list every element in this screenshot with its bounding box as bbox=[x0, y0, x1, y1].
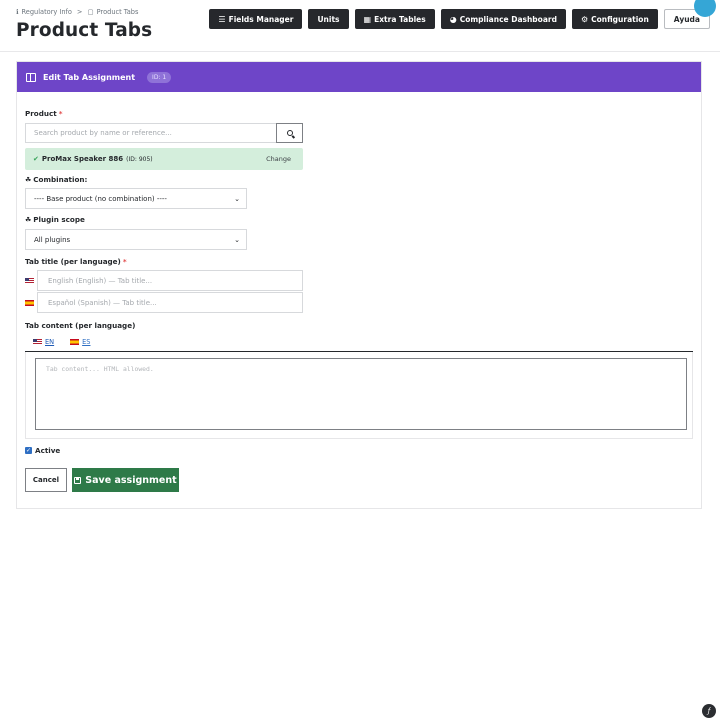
card-title: Edit Tab Assignment bbox=[43, 72, 136, 82]
product-label: Product * bbox=[25, 109, 62, 118]
plugin-scope-select[interactable]: All plugins ⌄ bbox=[25, 229, 247, 250]
active-row: ✓ Active bbox=[25, 446, 60, 455]
required-mark: * bbox=[122, 257, 127, 266]
us-flag-icon bbox=[25, 278, 34, 284]
cancel-button[interactable]: Cancel bbox=[25, 468, 67, 492]
card-header: Edit Tab Assignment ID: 1 bbox=[17, 62, 701, 92]
puzzle-icon: ☘ bbox=[25, 215, 32, 224]
tab-title-label-text: Tab title (per language) bbox=[25, 257, 121, 266]
tab-content-pane: Tab content... HTML allowed. bbox=[25, 352, 693, 439]
search-icon bbox=[286, 130, 293, 136]
list-icon: ☰ bbox=[218, 14, 226, 24]
tab-content-label: Tab content (per language) bbox=[25, 321, 135, 330]
breadcrumb-separator: > bbox=[76, 8, 83, 16]
tab-es-label: ES bbox=[82, 338, 91, 346]
puzzle-icon: ☘ bbox=[25, 175, 32, 184]
us-flag-icon bbox=[33, 339, 42, 345]
tab-content-label-text: Tab content (per language) bbox=[25, 321, 136, 330]
selected-product-name: ProMax Speaker 886 bbox=[41, 155, 124, 163]
configuration-button[interactable]: ⚙ Configuration bbox=[571, 9, 658, 29]
page-header: ℹ Regulatory Info > ▢ Product Tabs Produ… bbox=[0, 0, 720, 52]
tab-title-es-input[interactable]: Español (Spanish) — Tab title... bbox=[37, 292, 303, 313]
active-label: Active bbox=[35, 446, 61, 455]
product-label-text: Product bbox=[25, 109, 57, 118]
combination-label: ☘ Combination: bbox=[25, 175, 87, 184]
save-icon bbox=[74, 476, 82, 484]
search-button[interactable] bbox=[276, 123, 303, 143]
tab-icon: ▢ bbox=[87, 8, 94, 16]
plugin-scope-label-text: Plugin scope bbox=[33, 215, 85, 224]
units-button[interactable]: Units bbox=[308, 9, 349, 29]
compliance-dashboard-button[interactable]: ◕ Compliance Dashboard bbox=[440, 9, 566, 29]
fields-manager-label: Fields Manager bbox=[228, 14, 294, 24]
gears-icon: ⚙ bbox=[580, 14, 589, 24]
tab-title-label: Tab title (per language) * bbox=[25, 257, 127, 266]
help-label: Ayuda bbox=[673, 14, 700, 24]
combination-select[interactable]: ---- Base product (no combination) ---- … bbox=[25, 188, 247, 209]
tab-en[interactable]: EN bbox=[25, 333, 62, 351]
edit-tab-assignment-card: Edit Tab Assignment ID: 1 Product * Sear… bbox=[16, 61, 702, 509]
plugin-scope-label: ☘ Plugin scope bbox=[25, 215, 85, 224]
breadcrumb-root[interactable]: Regulatory Info bbox=[22, 8, 72, 16]
active-checkbox[interactable]: ✓ bbox=[25, 447, 32, 454]
tab-es[interactable]: ES bbox=[62, 333, 98, 351]
extra-tables-label: Extra Tables bbox=[374, 14, 426, 24]
chevron-down-icon: ⌄ bbox=[234, 235, 240, 244]
chevron-down-icon: ⌄ bbox=[234, 194, 240, 203]
cancel-label: Cancel bbox=[32, 476, 60, 484]
app-badge-icon[interactable]: ƒ bbox=[702, 704, 716, 718]
compliance-dashboard-label: Compliance Dashboard bbox=[459, 14, 557, 24]
id-badge: ID: 1 bbox=[147, 71, 172, 83]
tab-title-en-input[interactable]: English (English) — Tab title... bbox=[37, 270, 303, 291]
language-tabs: EN ES bbox=[25, 333, 693, 352]
plugin-scope-select-value: All plugins bbox=[34, 235, 71, 244]
save-assignment-button[interactable]: Save assignment bbox=[72, 468, 179, 492]
flag-es-cell bbox=[25, 292, 37, 314]
change-product-button[interactable]: Change bbox=[266, 155, 291, 163]
configuration-label: Configuration bbox=[591, 14, 649, 24]
selected-product: ✔ ProMax Speaker 886 (ID: 905) Change bbox=[25, 148, 303, 170]
save-label: Save assignment bbox=[85, 474, 177, 486]
page-title: Product Tabs bbox=[16, 20, 153, 41]
table-icon: ▦ bbox=[363, 14, 372, 24]
tab-content-textarea[interactable]: Tab content... HTML allowed. bbox=[35, 358, 687, 430]
combination-select-value: ---- Base product (no combination) ---- bbox=[34, 194, 167, 203]
info-icon: ℹ bbox=[16, 8, 19, 16]
spain-flag-icon bbox=[70, 339, 80, 345]
tab-en-label: EN bbox=[45, 338, 55, 346]
selected-product-id: (ID: 905) bbox=[126, 155, 153, 163]
fields-manager-button[interactable]: ☰ Fields Manager bbox=[209, 9, 303, 29]
units-label: Units bbox=[317, 14, 340, 24]
flag-en-cell bbox=[25, 270, 37, 292]
extra-tables-button[interactable]: ▦ Extra Tables bbox=[354, 9, 435, 29]
notification-circle[interactable] bbox=[694, 0, 716, 17]
required-mark: * bbox=[58, 109, 63, 118]
dashboard-icon: ◕ bbox=[449, 14, 457, 24]
toolbar: ☰ Fields Manager Units ▦ Extra Tables ◕ … bbox=[209, 0, 716, 29]
breadcrumb-current: Product Tabs bbox=[96, 8, 139, 16]
product-search-input[interactable]: Search product by name or reference... bbox=[25, 123, 277, 143]
check-icon: ✔ bbox=[33, 155, 39, 163]
combination-label-text: Combination: bbox=[33, 175, 88, 184]
panel-icon bbox=[26, 72, 36, 82]
breadcrumb: ℹ Regulatory Info > ▢ Product Tabs bbox=[16, 8, 138, 16]
spain-flag-icon bbox=[25, 300, 34, 306]
